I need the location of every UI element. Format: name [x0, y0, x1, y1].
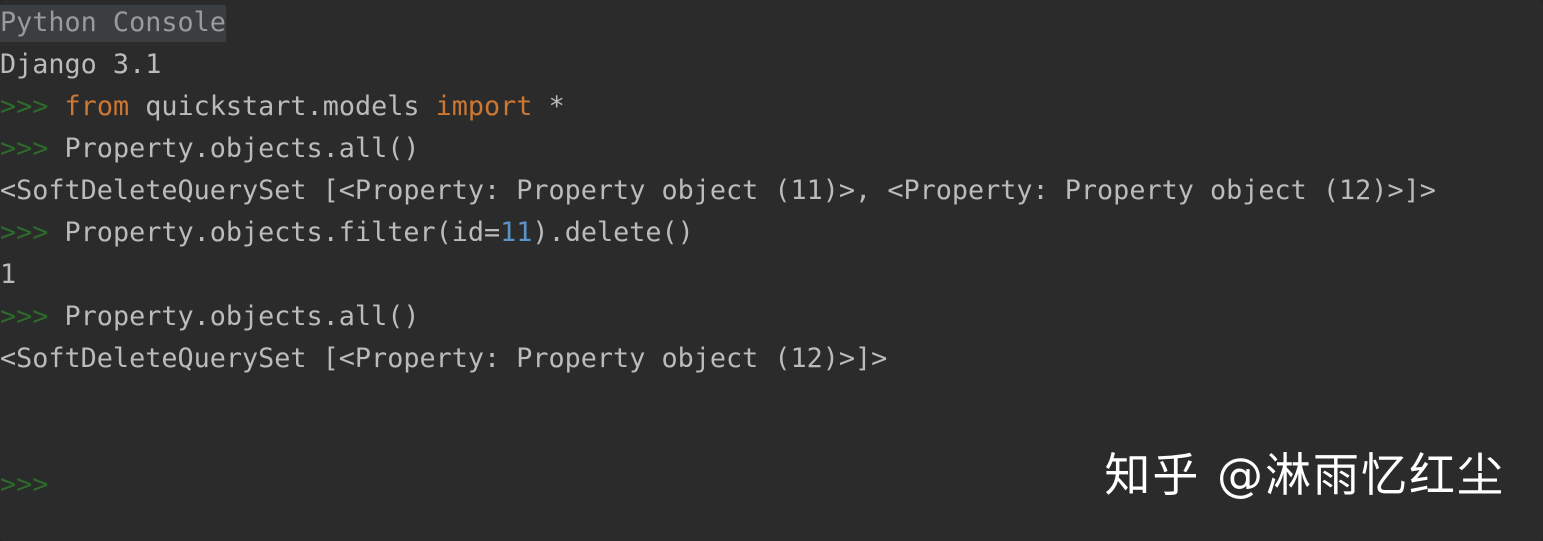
console-token-keyword: import — [435, 91, 533, 122]
console-line-input: >>> from quickstart.models import * — [0, 86, 1543, 128]
console-token-plain: ).delete() — [532, 217, 694, 248]
console-token-blank — [0, 427, 16, 458]
console-output-area[interactable]: Python Console Django 3.1 >>> from quickst… — [0, 2, 1543, 506]
console-token-plain: Property.objects.all() — [48, 133, 420, 164]
console-token-plain: Property.objects.all() — [48, 301, 420, 332]
console-token-hl: Python Console — [0, 5, 226, 42]
console-line-input: >>> Property.objects.filter(id=11).delet… — [0, 212, 1543, 254]
zhihu-watermark: 知乎 @淋雨忆红尘 — [1104, 448, 1505, 502]
console-token-prompt: >>> — [0, 91, 49, 122]
console-token-keyword: from — [64, 91, 130, 122]
console-token-blank — [0, 385, 16, 416]
console-token-output: 1 — [0, 259, 17, 290]
console-token-output: <SoftDeleteQuerySet [<Property: Property… — [0, 175, 1436, 206]
console-line-title: Python Console — [0, 2, 1543, 44]
console-token-plain: quickstart.models — [129, 91, 436, 122]
console-token-plain: Django 3.1 — [0, 49, 162, 80]
python-console-window[interactable]: Python Console Django 3.1 >>> from quickst… — [0, 0, 1543, 541]
console-line-output: 1 — [0, 254, 1543, 296]
console-line-blank — [0, 380, 1543, 422]
console-token-output: <SoftDeleteQuerySet [<Property: Property… — [0, 343, 888, 374]
console-line-banner: Django 3.1 — [0, 44, 1543, 86]
console-token-prompt: >>> — [0, 133, 49, 164]
console-line-input: >>> Property.objects.all() — [0, 128, 1543, 170]
console-token-prompt: >>> — [0, 301, 49, 332]
console-token-prompt: >>> — [0, 217, 49, 248]
console-token-prompt: >>> — [0, 469, 49, 500]
console-token-plain: * — [532, 91, 565, 122]
console-token-number: 11 — [500, 217, 533, 248]
console-line-output: <SoftDeleteQuerySet [<Property: Property… — [0, 170, 1543, 212]
console-line-input: >>> Property.objects.all() — [0, 296, 1543, 338]
console-token-plain — [48, 91, 64, 122]
console-token-plain: Property.objects.filter(id= — [48, 217, 501, 248]
console-line-output: <SoftDeleteQuerySet [<Property: Property… — [0, 338, 1543, 380]
